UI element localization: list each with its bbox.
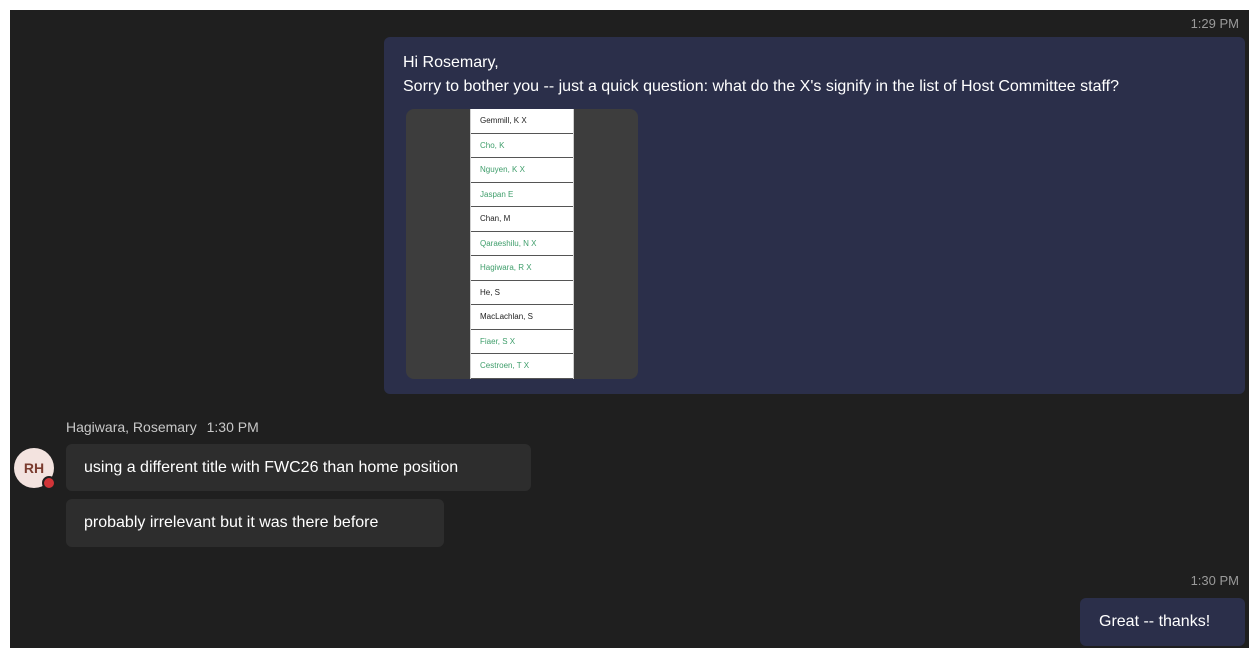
staff-list-row: Cho, K	[471, 134, 573, 158]
outgoing-message-bubble[interactable]: Great -- thanks!	[1080, 598, 1245, 646]
incoming-message-bubble[interactable]: using a different title with FWC26 than …	[66, 444, 531, 491]
staff-list-row: Jaspan E	[471, 183, 573, 207]
message-timestamp: 1:29 PM	[1190, 16, 1239, 31]
staff-list-row: He, S	[471, 281, 573, 305]
message-text-line: Hi Rosemary,	[403, 54, 499, 71]
message-timestamp: 1:30 PM	[1190, 573, 1239, 588]
chat-pane: 1:29 PM Hi Rosemary, Sorry to bother you…	[10, 10, 1249, 648]
outgoing-message-bubble[interactable]: Hi Rosemary, Sorry to bother you -- just…	[384, 37, 1245, 394]
staff-list-image: Gemmill, K X Cho, K Nguyen, K X Jaspan E…	[470, 109, 574, 379]
staff-list-row: Qaraeshilu, N X	[471, 232, 573, 256]
presence-status-icon	[42, 476, 56, 490]
message-timestamp: 1:30 PM	[206, 419, 259, 435]
attached-image[interactable]: Gemmill, K X Cho, K Nguyen, K X Jaspan E…	[406, 109, 638, 379]
staff-list-row: Nguyen, K X	[471, 158, 573, 183]
sender-header: Hagiwara, Rosemary 1:30 PM	[66, 419, 259, 435]
staff-list-row: Gemmill, K X	[471, 109, 573, 134]
message-text-line: Sorry to bother you -- just a quick ques…	[403, 78, 1119, 95]
staff-list-row: Hagiwara, R X	[471, 256, 573, 281]
message-text-line: Great -- thanks!	[1099, 613, 1211, 630]
staff-list-row: Cestroen, T X	[471, 354, 573, 379]
incoming-message-bubble[interactable]: probably irrelevant but it was there bef…	[66, 499, 444, 547]
staff-list-row: MacLachlan, S	[471, 305, 573, 330]
staff-list-row: Chan, M	[471, 207, 573, 232]
staff-list-row: Fiaer, S X	[471, 330, 573, 354]
sender-name[interactable]: Hagiwara, Rosemary	[66, 419, 197, 435]
